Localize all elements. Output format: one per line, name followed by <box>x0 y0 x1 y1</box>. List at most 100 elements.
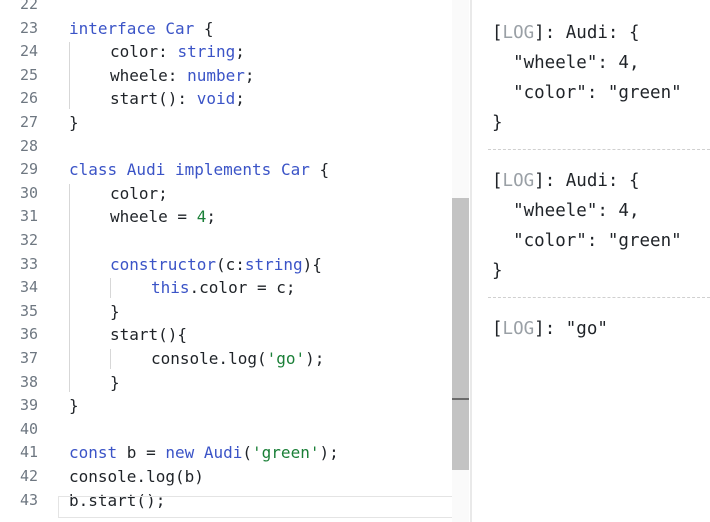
code-token: 'green' <box>252 443 320 463</box>
code-token: color: <box>110 42 178 62</box>
code-token: number <box>187 65 245 85</box>
code-token: wheele: <box>110 65 188 85</box>
line-number: 32 <box>19 231 38 249</box>
editor-scrollbar[interactable] <box>452 0 469 522</box>
code-token: 4 <box>196 207 207 227</box>
code-token: } <box>69 396 79 416</box>
line-number: 42 <box>19 467 38 485</box>
code-line[interactable]: 32 <box>0 229 470 253</box>
code-text: } <box>110 371 120 395</box>
code-token: Audi <box>126 160 175 180</box>
line-number: 25 <box>19 65 38 84</box>
line-number: 41 <box>19 443 38 462</box>
code-line[interactable]: 33 constructor(c:string){ <box>0 253 470 277</box>
console-text: Audi: { <box>565 171 640 191</box>
console-separator <box>488 149 710 150</box>
line-number: 22 <box>19 0 38 13</box>
console-text: "color": "green" <box>492 83 682 103</box>
code-token: string <box>177 42 236 62</box>
log-bracket-open: [ <box>492 171 503 191</box>
code-token: console.log(b) <box>69 467 204 486</box>
code-editor[interactable]: 22 23 interface Car {24 color: string; 25 whe… <box>0 0 470 522</box>
code-token: implements <box>174 160 281 180</box>
indent-guide <box>110 349 111 369</box>
scrollbar-thumb[interactable] <box>452 198 469 470</box>
console-line: "wheele": 4, <box>492 196 640 226</box>
console-text: "wheele": 4, <box>492 201 640 221</box>
console-separator <box>488 297 710 298</box>
console-line: [LOG]: Audi: { <box>492 18 640 48</box>
code-token: ( <box>242 443 253 463</box>
code-line[interactable]: 42 console.log(b) <box>0 465 470 489</box>
line-number: 27 <box>19 113 38 131</box>
line-number: 29 <box>19 160 38 179</box>
console-output-panel: [LOG]: Audi: { "wheele": 4, "color": "gr… <box>472 0 710 522</box>
code-text: wheele = 4; <box>110 205 216 229</box>
code-token: console.log( <box>151 349 267 368</box>
code-text: constructor(c:string){ <box>110 253 322 277</box>
code-text: const b = new Audi('green'); <box>69 441 339 465</box>
console-text: Audi: { <box>565 23 640 43</box>
console-line: [LOG]: Audi: { <box>492 166 640 196</box>
line-number: 23 <box>19 18 38 37</box>
code-token: start(){ <box>110 325 188 345</box>
code-line[interactable]: 39} <box>0 394 470 418</box>
code-line[interactable]: 36 start(){ <box>0 323 470 347</box>
code-line[interactable]: 25 wheele: number; <box>0 64 470 88</box>
log-bracket-close: ]: <box>534 319 566 339</box>
code-line[interactable]: 38} <box>0 371 470 395</box>
code-text: class Audi implements Car { <box>69 158 329 182</box>
code-token: b = <box>126 443 166 463</box>
code-line[interactable]: 22 <box>0 0 470 17</box>
code-token: } <box>110 301 120 321</box>
line-number: 35 <box>19 301 38 320</box>
code-line[interactable]: 37 console.log('go'); <box>0 347 470 371</box>
code-token: Audi <box>203 443 243 463</box>
line-number: 34 <box>19 278 38 297</box>
code-token: } <box>69 113 79 132</box>
code-token: ; <box>235 89 245 109</box>
console-text: "go" <box>565 319 608 339</box>
log-bracket-close: ]: <box>534 23 566 43</box>
code-line[interactable]: 24 color: string; <box>0 40 470 64</box>
code-line[interactable]: 29 class Audi implements Car { <box>0 158 470 182</box>
code-token: interface <box>69 18 166 38</box>
code-token: { <box>194 18 214 38</box>
code-line[interactable]: 31 wheele = 4; <box>0 205 470 229</box>
code-line[interactable]: 23 interface Car { <box>0 17 470 41</box>
console-text: } <box>492 113 503 133</box>
log-tag: LOG <box>502 171 535 191</box>
console-line: "color": "green" <box>492 226 682 256</box>
code-text: wheele: number; <box>110 64 255 88</box>
code-text: console.log(b) <box>69 465 204 489</box>
code-token: } <box>110 372 120 392</box>
line-number: 24 <box>19 42 38 61</box>
code-line[interactable]: 34 this.color = c; <box>0 276 470 300</box>
code-token: ); <box>305 349 325 368</box>
code-text: color; <box>110 182 168 206</box>
code-token: void <box>196 89 236 109</box>
line-number: 43 <box>19 490 38 509</box>
line-number: 31 <box>19 207 38 226</box>
code-line[interactable]: 35} <box>0 300 470 324</box>
code-text: start(): void; <box>110 87 245 111</box>
log-tag: LOG <box>502 319 535 339</box>
code-token: class <box>69 160 127 180</box>
code-line[interactable]: 40 <box>0 418 470 442</box>
code-line[interactable]: 27} <box>0 111 470 135</box>
code-line[interactable]: 28 <box>0 135 470 159</box>
current-line-highlight <box>58 496 467 518</box>
code-line[interactable]: 41 const b = new Audi('green'); <box>0 441 470 465</box>
code-token: new <box>165 443 204 463</box>
code-text: start(){ <box>110 323 187 347</box>
console-line: } <box>492 108 503 138</box>
code-token: ; <box>206 207 216 227</box>
code-token: const <box>69 443 127 463</box>
log-bracket-open: [ <box>492 23 503 43</box>
code-token: wheele = <box>110 207 197 227</box>
log-bracket-open: [ <box>492 319 503 339</box>
console-line: [LOG]: "go" <box>492 314 608 344</box>
line-number: 37 <box>19 349 38 367</box>
code-line[interactable]: 26 start(): void; <box>0 87 470 111</box>
code-line[interactable]: 30 color; <box>0 182 470 206</box>
